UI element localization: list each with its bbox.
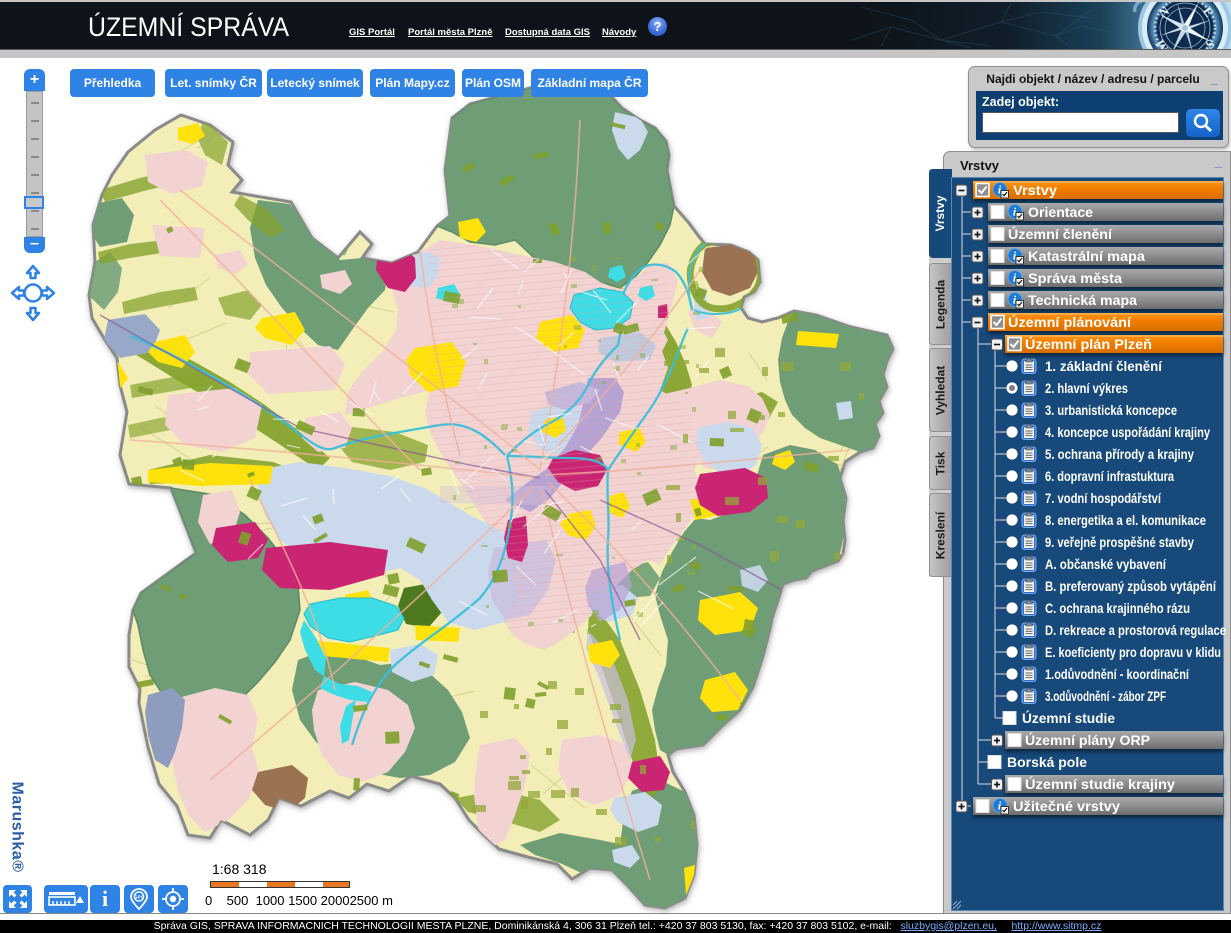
svg-text:Územní studie krajiny: Územní studie krajiny (1025, 777, 1176, 792)
svg-text:A. občanské vybavení: A. občanské vybavení (1045, 557, 1167, 572)
svg-text:Vrstvy: Vrstvy (1013, 183, 1058, 198)
svg-text:Užitečné vrstvy: Užitečné vrstvy (1013, 799, 1121, 814)
svg-text:Správa města: Správa města (1028, 271, 1123, 286)
svg-text:3. urbanistická koncepce: 3. urbanistická koncepce (1045, 403, 1177, 418)
svg-text:Územní plánování: Územní plánování (1008, 315, 1132, 330)
svg-text:GPS: GPS (134, 895, 144, 900)
svg-text:2. hlavní výkres: 2. hlavní výkres (1045, 381, 1128, 396)
svg-text:Borská pole: Borská pole (1007, 755, 1088, 770)
svg-text:Orientace: Orientace (1028, 205, 1094, 220)
svg-text:9. veřejně prospěšné stavby: 9. veřejně prospěšné stavby (1045, 535, 1194, 550)
svg-text:Technická mapa: Technická mapa (1028, 293, 1138, 308)
svg-text:4. koncepce uspořádání krajiny: 4. koncepce uspořádání krajiny (1045, 425, 1210, 440)
svg-text:E. koeficienty pro dopravu v k: E. koeficienty pro dopravu v klidu (1045, 645, 1221, 660)
svg-text:8. energetika a el. komunikace: 8. energetika a el. komunikace (1045, 513, 1206, 528)
svg-text:7. vodní hospodářství: 7. vodní hospodářství (1045, 491, 1162, 506)
svg-text:Katastrální mapa: Katastrální mapa (1028, 249, 1146, 264)
svg-text:Územní plány ORP: Územní plány ORP (1025, 733, 1150, 748)
svg-text:Územní studie: Územní studie (1022, 711, 1115, 726)
svg-text:C. ochrana krajinného rázu: C. ochrana krajinného rázu (1045, 601, 1190, 616)
svg-text:1.odůvodnění - koordinační: 1.odůvodnění - koordinační (1045, 667, 1190, 682)
svg-text:3.odůvodnění - zábor ZPF: 3.odůvodnění - zábor ZPF (1045, 689, 1166, 704)
svg-text:5. ochrana přírody a krajiny: 5. ochrana přírody a krajiny (1045, 447, 1194, 462)
svg-text:6. dopravní infrastuktura: 6. dopravní infrastuktura (1045, 469, 1174, 484)
svg-text:B. preferovaný způsob vytápění: B. preferovaný způsob vytápění (1045, 579, 1217, 594)
svg-text:Územní plán Plzeň: Územní plán Plzeň (1025, 337, 1152, 352)
svg-text:Územní členění: Územní členění (1008, 227, 1113, 242)
svg-text:D. rekreace a prostorová regul: D. rekreace a prostorová regulace (1045, 623, 1226, 638)
svg-text:1. základní členění: 1. základní členění (1045, 359, 1163, 374)
